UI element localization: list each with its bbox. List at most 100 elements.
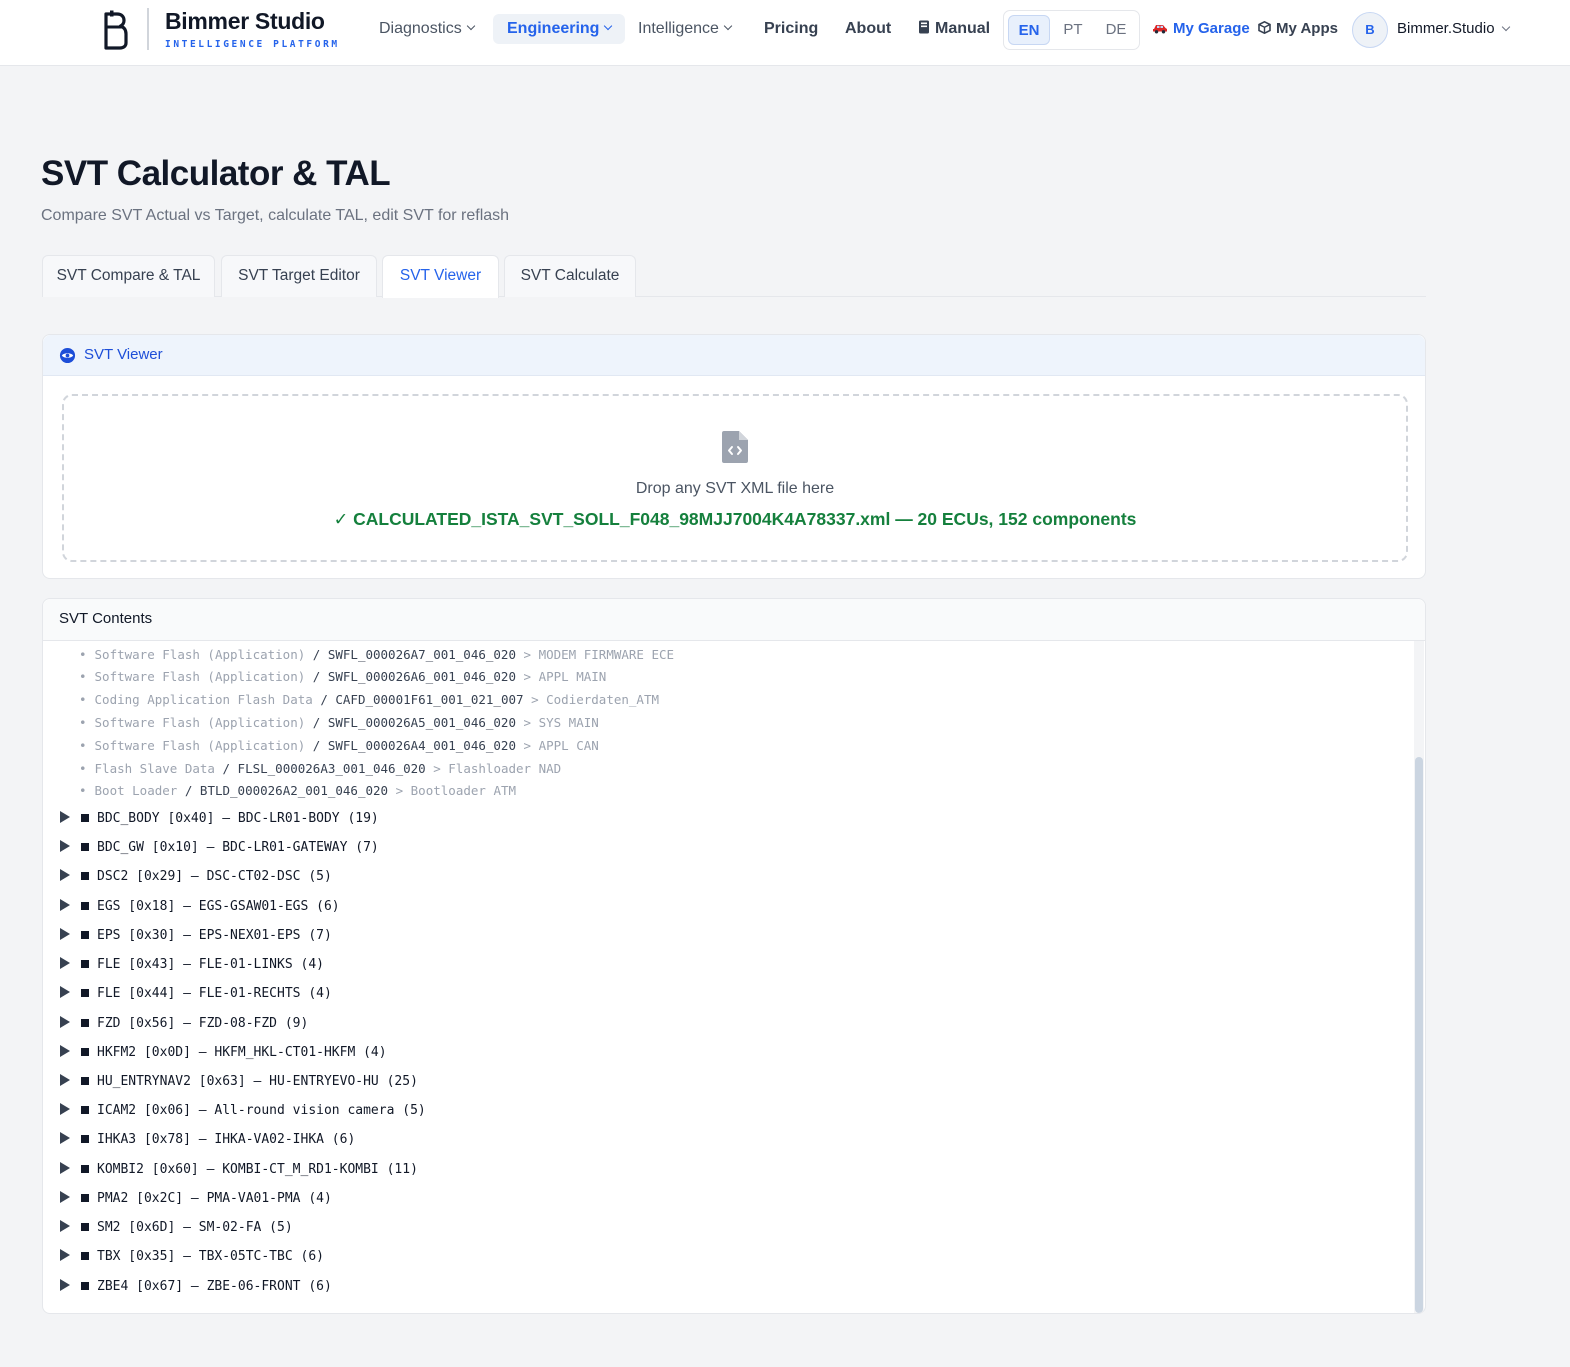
- lang-de-button[interactable]: DE: [1095, 15, 1137, 45]
- component-id: BTLD_000026A2_001_046_020: [199, 783, 389, 798]
- expand-triangle-icon[interactable]: [60, 811, 70, 823]
- ecu-label: SM2 [0x6D] — SM-02-FA (5): [97, 1220, 293, 1235]
- ecu-row-egs[interactable]: EGS [0x18] — EGS-GSAW01-EGS (6): [60, 899, 340, 923]
- expand-triangle-icon[interactable]: [60, 1103, 70, 1115]
- ecu-row-tbx[interactable]: TBX [0x35] — TBX-05TC-TBC (6): [60, 1249, 324, 1273]
- separator: /: [312, 738, 321, 753]
- ecu-label: FLE [0x44] — FLE-01-RECHTS (4): [97, 986, 332, 1001]
- bullet: •: [79, 738, 87, 753]
- expand-triangle-icon[interactable]: [60, 1279, 70, 1291]
- tab-svt-target-editor[interactable]: SVT Target Editor: [221, 255, 377, 297]
- expand-triangle-icon[interactable]: [60, 957, 70, 969]
- ecu-label: BDC_BODY [0x40] — BDC-LR01-BODY (19): [97, 811, 379, 826]
- ecu-row-pma2[interactable]: PMA2 [0x2C] — PMA-VA01-PMA (4): [60, 1191, 332, 1215]
- ecu-row-hu-entrynav2[interactable]: HU_ENTRYNAV2 [0x63] — HU-ENTRYEVO-HU (25…: [60, 1074, 418, 1098]
- ecu-row-eps[interactable]: EPS [0x30] — EPS-NEX01-EPS (7): [60, 928, 332, 952]
- ecu-square-icon: [81, 872, 89, 880]
- lang-en-button[interactable]: EN: [1008, 15, 1050, 45]
- ecu-row-zbe4[interactable]: ZBE4 [0x67] — ZBE-06-FRONT (6): [60, 1279, 332, 1303]
- svt-viewer-card-header: SVT Viewer: [43, 335, 1425, 376]
- file-code-icon: [722, 431, 748, 463]
- ecu-label: PMA2 [0x2C] — PMA-VA01-PMA (4): [97, 1191, 332, 1206]
- ecu-square-icon: [81, 1165, 89, 1173]
- nav-about[interactable]: About: [845, 14, 891, 44]
- ecu-row-icam2[interactable]: ICAM2 [0x06] — All-round vision camera (…: [60, 1103, 426, 1127]
- chevron-down-icon: [466, 21, 475, 31]
- nav-pricing[interactable]: Pricing: [764, 14, 818, 44]
- expand-triangle-icon[interactable]: [60, 1220, 70, 1232]
- ecu-row-fle-rechts[interactable]: FLE [0x44] — FLE-01-RECHTS (4): [60, 986, 332, 1010]
- ecu-label: FLE [0x43] — FLE-01-LINKS (4): [97, 957, 324, 972]
- my-apps-link[interactable]: My Apps: [1258, 14, 1338, 44]
- ecu-square-icon: [81, 814, 89, 822]
- page-title: SVT Calculator & TAL: [41, 154, 391, 193]
- component-type: Flash Slave Data: [94, 761, 215, 776]
- brand-name[interactable]: Bimmer Studio: [165, 8, 325, 35]
- component-type: Boot Loader: [94, 783, 178, 798]
- expand-triangle-icon[interactable]: [60, 840, 70, 852]
- component-desc: > APPL CAN: [523, 738, 599, 753]
- separator: /: [222, 761, 231, 776]
- svt-contents-card: SVT Contents • Software Flash (Applicatio…: [42, 598, 1426, 1314]
- ecu-square-icon: [81, 1252, 89, 1260]
- tab-svt-compare-tal[interactable]: SVT Compare & TAL: [42, 255, 215, 297]
- component-type: Software Flash (Application): [94, 669, 306, 684]
- ecu-row-fzd[interactable]: FZD [0x56] — FZD-08-FZD (9): [60, 1016, 308, 1040]
- ecu-label: IHKA3 [0x78] — IHKA-VA02-IHKA (6): [97, 1132, 356, 1147]
- ecu-label: EGS [0x18] — EGS-GSAW01-EGS (6): [97, 899, 340, 914]
- avatar[interactable]: B: [1352, 12, 1388, 48]
- expand-triangle-icon[interactable]: [60, 1191, 70, 1203]
- my-garage-link[interactable]: My Garage: [1152, 14, 1250, 44]
- nav-diagnostics[interactable]: Diagnostics: [379, 14, 475, 44]
- user-menu[interactable]: Bimmer.Studio: [1397, 14, 1495, 44]
- bullet: •: [79, 715, 87, 730]
- tab-svt-calculate[interactable]: SVT Calculate: [504, 255, 636, 297]
- svt-viewer-title: SVT Viewer: [84, 346, 163, 363]
- list-item: • Software Flash (Application) / SWFL_000…: [79, 647, 674, 669]
- expand-triangle-icon[interactable]: [60, 1074, 70, 1086]
- list-item: • Coding Application Flash Data / CAFD_00…: [79, 692, 659, 714]
- component-id: FLSL_000026A3_001_046_020: [237, 761, 426, 776]
- bimmer-studio-logo-icon[interactable]: [100, 10, 130, 50]
- expand-triangle-icon[interactable]: [60, 928, 70, 940]
- ecu-row-bdc-body[interactable]: BDC_BODY [0x40] — BDC-LR01-BODY (19): [60, 811, 379, 835]
- expand-triangle-icon[interactable]: [60, 1016, 70, 1028]
- ecu-row-sm2[interactable]: SM2 [0x6D] — SM-02-FA (5): [60, 1220, 293, 1244]
- expand-triangle-icon[interactable]: [60, 986, 70, 998]
- nav-intelligence-label: Intelligence: [638, 20, 719, 37]
- ecu-row-fle-links[interactable]: FLE [0x43] — FLE-01-LINKS (4): [60, 957, 324, 981]
- ecu-square-icon: [81, 1135, 89, 1143]
- tab-svt-viewer[interactable]: SVT Viewer: [382, 255, 499, 298]
- lang-pt-button[interactable]: PT: [1052, 15, 1094, 45]
- list-item: • Software Flash (Application) / SWFL_000…: [79, 715, 599, 737]
- expand-triangle-icon[interactable]: [60, 869, 70, 881]
- nav-engineering[interactable]: Engineering: [493, 14, 626, 44]
- ecu-square-icon: [81, 1194, 89, 1202]
- scrollbar-thumb[interactable]: [1415, 757, 1423, 1313]
- package-icon: [1258, 20, 1271, 35]
- svt-contents-title: SVT Contents: [59, 610, 153, 627]
- component-desc: > Flashloader NAD: [433, 761, 562, 776]
- dropzone-prompt: Drop any SVT XML file here: [635, 480, 835, 497]
- expand-triangle-icon[interactable]: [60, 899, 70, 911]
- nav-manual[interactable]: Manual: [918, 14, 990, 44]
- expand-triangle-icon[interactable]: [60, 1045, 70, 1057]
- ecu-row-hkfm2[interactable]: HKFM2 [0x0D] — HKFM_HKL-CT01-HKFM (4): [60, 1045, 387, 1069]
- expand-triangle-icon[interactable]: [60, 1132, 70, 1144]
- ecu-square-icon: [81, 1019, 89, 1027]
- nav-intelligence[interactable]: Intelligence: [638, 14, 733, 44]
- ecu-row-ihka3[interactable]: IHKA3 [0x78] — IHKA-VA02-IHKA (6): [60, 1132, 355, 1156]
- svt-viewer-card: SVT Viewer Drop any SVT XML file here ✓ …: [42, 334, 1426, 579]
- expand-triangle-icon[interactable]: [60, 1249, 70, 1261]
- ecu-square-icon: [81, 1282, 89, 1290]
- ecu-square-icon: [81, 1048, 89, 1056]
- ecu-label: DSC2 [0x29] — DSC-CT02-DSC (5): [97, 869, 332, 884]
- ecu-row-dsc2[interactable]: DSC2 [0x29] — DSC-CT02-DSC (5): [60, 869, 332, 893]
- chevron-down-icon[interactable]: [1501, 22, 1511, 32]
- svt-file-dropzone[interactable]: Drop any SVT XML file here ✓ CALCULATED_…: [62, 394, 1408, 562]
- ecu-row-kombi2[interactable]: KOMBI2 [0x60] — KOMBI-CT_M_RD1-KOMBI (11…: [60, 1162, 418, 1186]
- expand-triangle-icon[interactable]: [60, 1162, 70, 1174]
- component-type: Software Flash (Application): [94, 647, 306, 662]
- separator: /: [312, 715, 321, 730]
- ecu-row-bdc-gw[interactable]: BDC_GW [0x10] — BDC-LR01-GATEWAY (7): [60, 840, 379, 864]
